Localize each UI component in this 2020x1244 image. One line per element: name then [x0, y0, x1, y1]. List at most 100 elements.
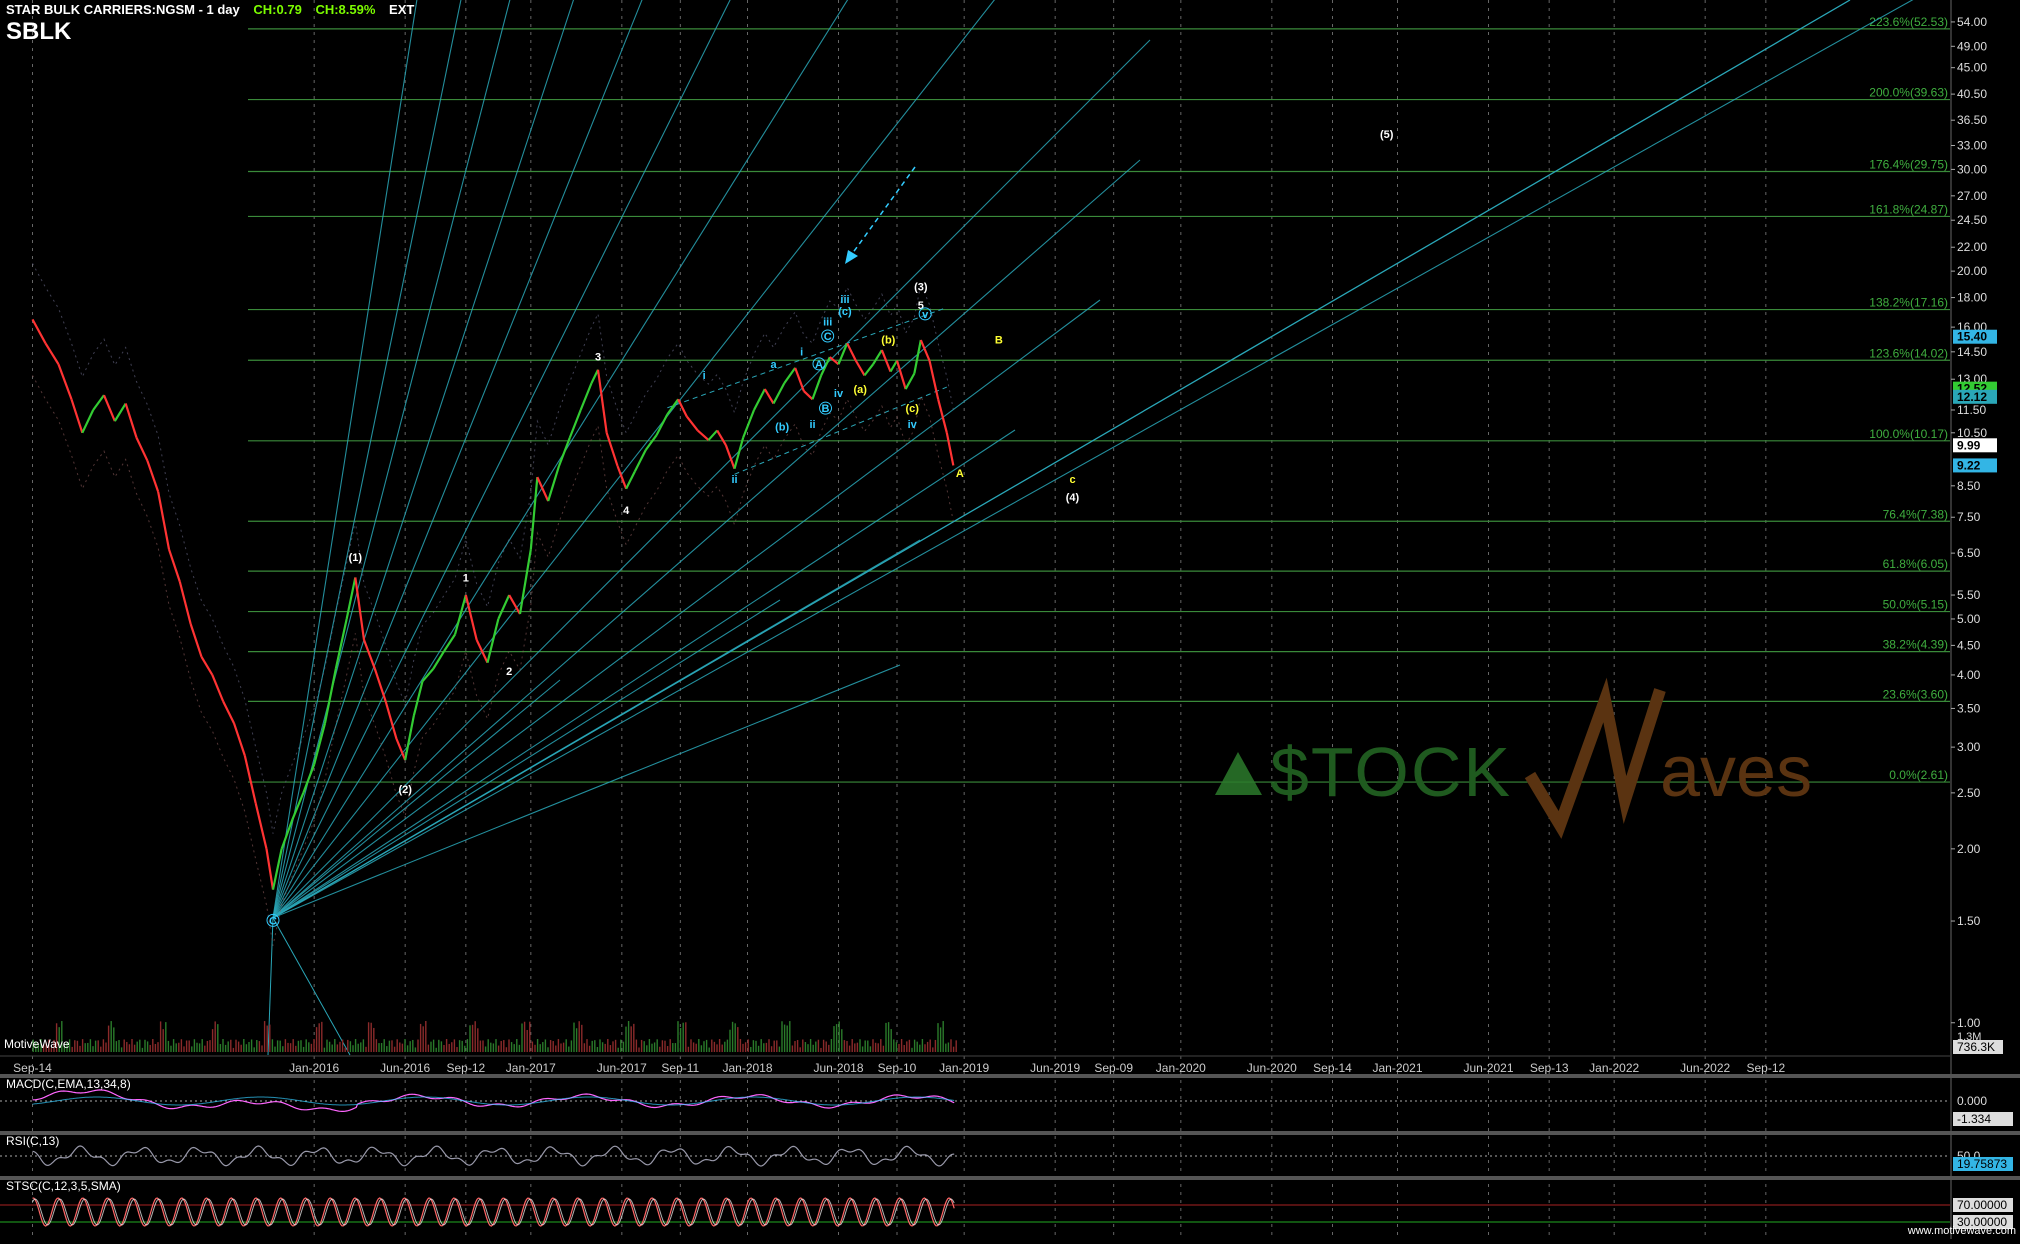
volume-bar [263, 1021, 266, 1052]
volume-bar [185, 1040, 188, 1052]
volume-bar [557, 1039, 560, 1052]
volume-bar [105, 1042, 107, 1052]
volume-bar [357, 1043, 359, 1052]
volume-bar [747, 1039, 749, 1052]
fan-line [272, 664, 901, 919]
x-axis-label: Jan-2018 [722, 1061, 772, 1075]
volume-bar [256, 1040, 258, 1052]
fib-level-label: 161.8%(24.87) [1869, 202, 1948, 216]
volume-bar [328, 1041, 331, 1052]
volume-bar [552, 1041, 554, 1052]
volume-bar [830, 1039, 833, 1052]
chart-header: STAR BULK CARRIERS:NGSM - 1 day CH:0.79 … [6, 2, 414, 17]
volume-bar [575, 1028, 578, 1052]
price-tick-label: 33.00 [1957, 138, 1987, 152]
price-tick-label: 6.50 [1957, 546, 1981, 560]
volume-bar [191, 1046, 193, 1052]
price-segment [302, 764, 316, 794]
volume-bar [248, 1041, 250, 1052]
wave-label: v [922, 309, 929, 321]
volume-bar [796, 1040, 799, 1052]
x-axis-label: Jun-2017 [597, 1061, 647, 1075]
volume-bar [487, 1039, 489, 1052]
volume-bar [339, 1041, 341, 1052]
volume-bar [331, 1044, 333, 1052]
x-axis-label: Sep-10 [878, 1061, 917, 1075]
price-segment [92, 394, 105, 411]
price-segment [189, 623, 203, 658]
x-axis-label: Jun-2021 [1463, 1061, 1513, 1075]
volume-bar [939, 1027, 942, 1052]
volume-bar [607, 1039, 609, 1052]
volume-bar [729, 1029, 731, 1052]
price-segment [334, 618, 348, 669]
volume-bar [911, 1047, 913, 1052]
volume-bar [201, 1039, 203, 1052]
price-segment [872, 349, 883, 365]
fib-level-label: 61.8%(6.05) [1883, 557, 1948, 571]
volume-bar [612, 1041, 614, 1052]
volume-bar [505, 1047, 508, 1052]
panel-title: RSI(C,13) [6, 1134, 59, 1148]
price-segment [846, 342, 857, 362]
volume-bar [833, 1026, 835, 1052]
price-tick-label: 20.00 [1957, 264, 1987, 278]
volume-bar [175, 1043, 177, 1052]
fan-line [272, 599, 781, 919]
price-segment [794, 367, 805, 392]
wave-label: a [770, 359, 777, 371]
volume-bar [414, 1047, 417, 1052]
volume-bar [180, 1039, 183, 1052]
wave-label: ii [809, 419, 815, 431]
volume-bar [365, 1046, 367, 1052]
volume-bar [744, 1042, 747, 1052]
volume-bar [81, 1039, 84, 1052]
volume-bar [739, 1039, 742, 1052]
volume-bar [214, 1021, 216, 1052]
volume-bar [627, 1021, 630, 1052]
volume-bar [323, 1047, 326, 1052]
price-tick-label: 45.00 [1957, 61, 1987, 75]
volume-bar [568, 1046, 570, 1052]
chart-root: 223.6%(52.53) 200.0%(39.63) 176.4%(29.75) 1… [0, 0, 2020, 1239]
price-segment [889, 360, 898, 373]
price-segment [167, 548, 181, 583]
volume-bar [776, 1040, 778, 1052]
price-segment [113, 402, 127, 422]
volume-bar [555, 1045, 557, 1052]
volume-bar [924, 1044, 926, 1052]
volume-bar [825, 1041, 827, 1052]
footer-credit: www.motivewave.com [1907, 1225, 2016, 1237]
x-axis-label: Sep-12 [1746, 1061, 1785, 1075]
volume-bar [144, 1039, 146, 1052]
volume-bar [74, 1040, 76, 1052]
volume-bar [783, 1024, 786, 1052]
volume-bar [217, 1024, 219, 1052]
volume-bar [284, 1039, 287, 1052]
volume-bar [846, 1040, 848, 1052]
volume-bar [672, 1043, 674, 1052]
volume-bar [934, 1039, 937, 1052]
volume-bar [282, 1046, 284, 1052]
volume-bar [427, 1044, 430, 1052]
price-segment [146, 460, 160, 493]
volume-bar [799, 1047, 801, 1052]
projection-arrow [851, 166, 916, 255]
panel-title: STSC(C,12,3,5,SMA) [6, 1179, 121, 1193]
volume-bar [94, 1040, 97, 1052]
price-segment [384, 701, 398, 740]
price-segment [222, 700, 235, 724]
volume-bar [240, 1044, 242, 1052]
price-segment [280, 818, 294, 850]
volume-bar [724, 1041, 726, 1052]
volume-bar [118, 1039, 120, 1052]
price-segment [211, 674, 225, 702]
price-tick-label: 5.50 [1957, 588, 1981, 602]
volume-bar [656, 1039, 658, 1052]
price-tick-label: 40.50 [1957, 87, 1987, 101]
volume-bar [583, 1043, 586, 1052]
price-segment [70, 398, 84, 434]
lower-envelope [32, 375, 954, 946]
price-tick-label: 1.50 [1957, 914, 1981, 928]
wave-label: iii [840, 294, 849, 306]
